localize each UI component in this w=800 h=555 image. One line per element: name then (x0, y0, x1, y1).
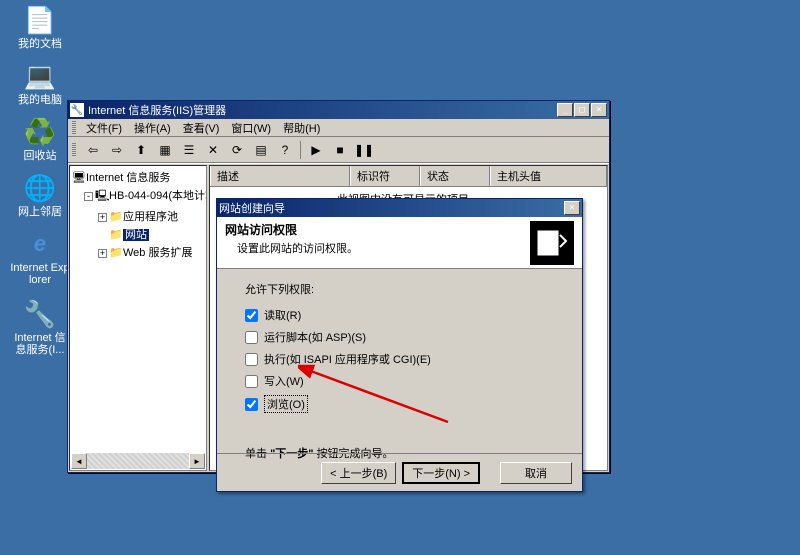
checkbox-script[interactable] (245, 331, 258, 344)
desktop-icon-label: Internet Explorer (10, 262, 70, 286)
export-button[interactable]: ▤ (250, 140, 272, 160)
menu-help[interactable]: 帮助(H) (277, 120, 326, 136)
desktop-icon-ie[interactable]: e Internet Explorer (10, 228, 70, 286)
folder-icon: 📁 (109, 246, 123, 259)
menu-action[interactable]: 操作(A) (128, 120, 177, 136)
scroll-left-button[interactable]: ◄ (71, 453, 87, 469)
wizard-button-bar: < 上一步(B) 下一步(N) > 取消 (217, 453, 582, 491)
grip-icon (72, 143, 76, 157)
minimize-button[interactable]: _ (557, 103, 573, 117)
next-button[interactable]: 下一步(N) > (402, 462, 480, 484)
collapse-icon[interactable]: - (84, 192, 93, 201)
desktop-icon-label: 回收站 (10, 150, 70, 162)
wizard-header-subtitle: 设置此网站的访问权限。 (225, 240, 530, 256)
desktop-icon-label: 我的电脑 (10, 94, 70, 106)
check-label: 读取(R) (264, 307, 301, 323)
desktop-icon-my-documents[interactable]: 📄 我的文档 (10, 4, 70, 50)
check-label: 执行(如 ISAPI 应用程序或 CGI)(E) (264, 351, 431, 367)
grip-icon (72, 121, 76, 135)
wizard-header: 网站访问权限 设置此网站的访问权限。 (217, 217, 582, 269)
folder-icon: 📁 (109, 210, 123, 223)
wizard-icon (530, 221, 574, 265)
desktop-icon-my-computer[interactable]: 💻 我的电脑 (10, 60, 70, 106)
col-status[interactable]: 状态 (420, 166, 490, 186)
col-description[interactable]: 描述 (210, 166, 350, 186)
documents-icon: 📄 (24, 4, 56, 36)
back-button[interactable]: < 上一步(B) (321, 462, 396, 484)
check-script[interactable]: 运行脚本(如 ASP)(S) (245, 329, 554, 345)
check-write[interactable]: 写入(W) (245, 373, 554, 389)
close-button[interactable]: × (564, 201, 580, 215)
menu-window[interactable]: 窗口(W) (225, 120, 277, 136)
play-button[interactable]: ▶ (305, 140, 327, 160)
desktop-icon-label: 我的文档 (10, 38, 70, 50)
up-button[interactable]: ⬆ (130, 140, 152, 160)
check-read[interactable]: 读取(R) (245, 307, 554, 323)
iis-titlebar[interactable]: 🔧 Internet 信息服务(IIS)管理器 _ □ × (68, 101, 609, 119)
col-hostheader[interactable]: 主机头值 (490, 166, 607, 186)
server-icon: 🖥 (72, 171, 86, 184)
tree-root[interactable]: 🖥Internet 信息服务 (72, 168, 204, 186)
properties-button[interactable]: ☰ (178, 140, 200, 160)
checkbox-exec[interactable] (245, 353, 258, 366)
computer-icon: 🖳 (95, 187, 109, 206)
separator (300, 141, 301, 159)
delete-button[interactable]: ✕ (202, 140, 224, 160)
website-creation-wizard: 网站创建向导 × 网站访问权限 设置此网站的访问权限。 允许下列权限: 读取(R… (216, 198, 583, 492)
tree-sites[interactable]: 📁网站 (72, 225, 204, 243)
forward-button[interactable]: ⇨ (106, 140, 128, 160)
desktop-icon-label: Internet 信息服务(I... (10, 332, 70, 356)
pause-button[interactable]: ❚❚ (353, 140, 375, 160)
wizard-title: 网站创建向导 (219, 200, 564, 216)
tree-pane[interactable]: 🖥Internet 信息服务 -🖳HB-044-094(本地计算机 +📁应用程序… (69, 165, 207, 471)
recycle-icon: ♻️ (24, 116, 56, 148)
show-tree-button[interactable]: ▦ (154, 140, 176, 160)
menu-file[interactable]: 文件(F) (80, 120, 128, 136)
tree-server[interactable]: -🖳HB-044-094(本地计算机 (72, 186, 204, 207)
scroll-right-button[interactable]: ► (189, 453, 205, 469)
window-title: Internet 信息服务(IIS)管理器 (88, 102, 557, 118)
desktop-icon-iis-shortcut[interactable]: 🔧 Internet 信息服务(I... (10, 298, 70, 356)
app-icon: 🔧 (70, 103, 84, 117)
computer-icon: 💻 (24, 60, 56, 92)
desktop-icon-network[interactable]: 🌐 网上邻居 (10, 172, 70, 218)
desktop-icon-recycle-bin[interactable]: ♻️ 回收站 (10, 116, 70, 162)
cancel-button[interactable]: 取消 (500, 462, 572, 484)
desktop-icon-label: 网上邻居 (10, 206, 70, 218)
folder-icon: 📁 (109, 228, 123, 241)
network-icon: 🌐 (24, 172, 56, 204)
iis-icon: 🔧 (24, 298, 56, 330)
checkbox-write[interactable] (245, 375, 258, 388)
menubar: 文件(F) 操作(A) 查看(V) 窗口(W) 帮助(H) (68, 119, 609, 137)
expand-icon[interactable]: + (98, 249, 107, 258)
list-header: 描述 标识符 状态 主机头值 (210, 166, 607, 187)
back-button[interactable]: ⇦ (82, 140, 104, 160)
expand-icon[interactable]: + (98, 213, 107, 222)
tree-apppool[interactable]: +📁应用程序池 (72, 207, 204, 225)
ie-icon: e (24, 228, 56, 260)
tree-webext[interactable]: +📁Web 服务扩展 (72, 243, 204, 261)
check-exec[interactable]: 执行(如 ISAPI 应用程序或 CGI)(E) (245, 351, 554, 367)
close-button[interactable]: × (591, 103, 607, 117)
menu-view[interactable]: 查看(V) (177, 120, 226, 136)
col-identifier[interactable]: 标识符 (350, 166, 420, 186)
checkbox-read[interactable] (245, 309, 258, 322)
tree-h-scrollbar[interactable]: ◄ ► (71, 453, 205, 469)
permissions-lead: 允许下列权限: (245, 281, 554, 297)
stop-button[interactable]: ■ (329, 140, 351, 160)
check-label: 写入(W) (264, 373, 304, 389)
wizard-header-title: 网站访问权限 (225, 221, 530, 238)
checkbox-browse[interactable] (245, 398, 258, 411)
check-label: 浏览(O) (264, 395, 308, 413)
wizard-titlebar[interactable]: 网站创建向导 × (217, 199, 582, 217)
refresh-button[interactable]: ⟳ (226, 140, 248, 160)
help-button[interactable]: ? (274, 140, 296, 160)
wizard-body: 允许下列权限: 读取(R) 运行脚本(如 ASP)(S) 执行(如 ISAPI … (217, 269, 582, 473)
check-label: 运行脚本(如 ASP)(S) (264, 329, 366, 345)
maximize-button[interactable]: □ (574, 103, 590, 117)
scroll-track[interactable] (87, 453, 189, 469)
toolbar: ⇦ ⇨ ⬆ ▦ ☰ ✕ ⟳ ▤ ? ▶ ■ ❚❚ (68, 137, 609, 163)
check-browse[interactable]: 浏览(O) (245, 395, 554, 413)
